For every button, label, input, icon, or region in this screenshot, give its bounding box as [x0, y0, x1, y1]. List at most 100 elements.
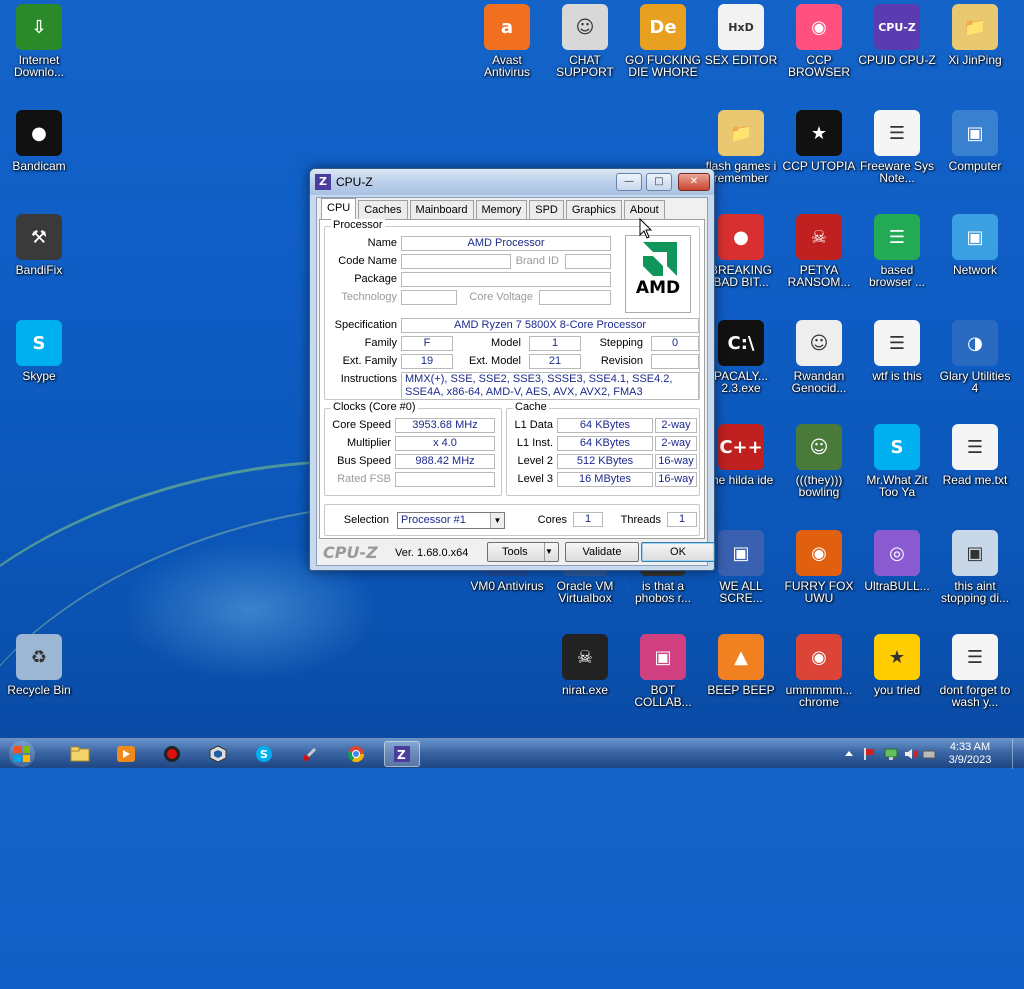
- taskbar-cpuz[interactable]: Z: [384, 741, 420, 767]
- desktop-icon[interactable]: ☺ (((they))) bowling: [780, 424, 858, 498]
- close-button[interactable]: ✕: [678, 173, 710, 191]
- bot-icon: ▣: [640, 634, 686, 680]
- desktop-icon[interactable]: ● Bandicam: [0, 110, 78, 172]
- windows-logo-icon: [9, 741, 35, 767]
- name-label: Name: [367, 237, 397, 249]
- processor-select[interactable]: Processor #1 ▼: [397, 512, 505, 529]
- taskbar-bandifix[interactable]: [292, 741, 328, 767]
- desktop-icon[interactable]: ▣ this aint stopping di...: [936, 530, 1014, 604]
- maximize-button[interactable]: □: [646, 173, 672, 191]
- desktop-icon[interactable]: ◎ UltraBULL...: [858, 530, 936, 592]
- taskbar: S Z 4:33 AM 3/9/2023: [0, 738, 1024, 769]
- desktop-icon-label: you tried: [873, 683, 921, 697]
- desktop-icon[interactable]: ⇩ Internet Downlo...: [0, 4, 78, 78]
- cache-row-way: 16-way: [655, 454, 697, 469]
- desktop-icon-label: Glary Utilities 4: [939, 369, 1011, 395]
- desktop-icon[interactable]: ♻ Recycle Bin: [0, 634, 78, 696]
- chevron-down-icon[interactable]: ▼: [490, 513, 504, 528]
- codename-label: Code Name: [338, 255, 397, 267]
- volume-icon[interactable]: [904, 747, 918, 761]
- desktop-icon[interactable]: ▣ BOT COLLAB...: [624, 634, 702, 708]
- desktop-icon[interactable]: ☰ dont forget to wash y...: [936, 634, 1014, 708]
- desktop-icon-label: GO FUCKING DIE WHORE: [624, 53, 701, 79]
- star-icon: ★: [874, 634, 920, 680]
- tab-mainboard[interactable]: Mainboard: [409, 200, 474, 219]
- desktop-icon[interactable]: a Avast Antivirus: [468, 4, 546, 78]
- virtualbox-icon: [209, 745, 227, 763]
- taskbar-media-player[interactable]: [108, 741, 144, 767]
- desktop-icon[interactable]: S Skype: [0, 320, 78, 382]
- desktop-icon[interactable]: ◑ Glary Utilities 4: [936, 320, 1014, 394]
- validate-button[interactable]: Validate: [565, 542, 639, 562]
- model-label: Model: [491, 337, 521, 349]
- desktop-icon-label: Skype: [22, 369, 56, 383]
- tools-button[interactable]: Tools ▼: [487, 542, 559, 562]
- minimize-button[interactable]: —: [616, 173, 642, 191]
- chevron-down-icon[interactable]: ▼: [544, 543, 558, 561]
- desktop-icon[interactable]: HxD SEX EDITOR: [702, 4, 780, 66]
- desktop-icon[interactable]: ★ you tried: [858, 634, 936, 696]
- taskbar-virtualbox[interactable]: [200, 741, 236, 767]
- model-value: 1: [529, 336, 581, 351]
- desktop-icon[interactable]: De GO FUCKING DIE WHORE: [624, 4, 702, 78]
- desktop-icon[interactable]: 📁 Xi JinPing: [936, 4, 1014, 66]
- revision-label: Revision: [600, 355, 643, 367]
- desktop-icon[interactable]: S Mr.What Zit Too Ya: [858, 424, 936, 498]
- recycle-bin-icon: ♻: [16, 634, 62, 680]
- start-button[interactable]: [4, 739, 44, 769]
- taskbar-clock[interactable]: 4:33 AM 3/9/2023: [938, 741, 1002, 767]
- taskbar-skype[interactable]: S: [246, 741, 282, 767]
- clock-date: 3/9/2023: [948, 754, 992, 766]
- tab-spd[interactable]: SPD: [529, 200, 564, 219]
- desktop-icon[interactable]: ☠ nirat.exe: [546, 634, 624, 696]
- desktop-icon[interactable]: ▣ Computer: [936, 110, 1014, 172]
- ok-button[interactable]: OK: [641, 542, 715, 562]
- desktop-icon[interactable]: ◉ CCP BROWSER: [780, 4, 858, 78]
- network-tray-icon[interactable]: [884, 747, 898, 761]
- cache-row-size: 512 KBytes: [557, 454, 653, 469]
- processor-group: Processor Name AMD Processor Code Name B…: [324, 219, 700, 400]
- desktop-icon-label: CPUID CPU-Z: [858, 53, 936, 67]
- cpuz-icon: CPU-Z: [874, 4, 920, 50]
- desktop-icon-label: SEX EDITOR: [704, 53, 778, 67]
- title-bar[interactable]: Z CPU-Z — □ ✕: [310, 169, 714, 195]
- cpuz-icon: Z: [394, 746, 410, 762]
- brandid-label: Brand ID: [515, 255, 559, 267]
- cpu-tab-panel: Processor Name AMD Processor Code Name B…: [319, 219, 705, 539]
- tab-about[interactable]: About: [623, 200, 665, 219]
- window-title: CPU-Z: [336, 175, 373, 189]
- desktop-icon[interactable]: ☰ Read me.txt: [936, 424, 1014, 486]
- desktop-icon-label: Mr.What Zit Too Ya: [866, 473, 928, 499]
- desktop-icon[interactable]: ☺ Rwandan Genocid...: [780, 320, 858, 394]
- extmodel-value: 21: [529, 354, 581, 369]
- skull-icon: ☠: [796, 214, 842, 260]
- desktop-icon[interactable]: ☺ CHAT SUPPORT: [546, 4, 624, 78]
- desktop-icon-label: Xi JinPing: [948, 53, 1002, 67]
- desktop-icon[interactable]: ◉ FURRY FOX UWU: [780, 530, 858, 604]
- tab-caches[interactable]: Caches: [358, 200, 408, 219]
- desktop-icon[interactable]: ☰ wtf is this: [858, 320, 936, 382]
- desktop-icon[interactable]: ☰ Freeware Sys Note...: [858, 110, 936, 184]
- tray-arrow-icon[interactable]: [842, 747, 856, 761]
- taskbar-chrome[interactable]: [338, 741, 374, 767]
- desktop-icon[interactable]: ▲ BEEP BEEP: [702, 634, 780, 696]
- tab-cpu[interactable]: CPU: [321, 198, 357, 219]
- taskbar-explorer[interactable]: [62, 741, 98, 767]
- desktop-icon[interactable]: CPU-Z CPUID CPU-Z: [858, 4, 936, 66]
- desktop-icon[interactable]: ▣ Network: [936, 214, 1014, 276]
- cache-group-title: Cache: [513, 401, 549, 413]
- tab-graphics[interactable]: Graphics: [565, 200, 622, 219]
- desktop-icon[interactable]: ★ CCP UTOPIA: [780, 110, 858, 172]
- desktop-icon[interactable]: ⚒ BandiFix: [0, 214, 78, 276]
- tab-memory[interactable]: Memory: [475, 200, 528, 219]
- desktop-icon[interactable]: ◉ ummmmm... chrome: [780, 634, 858, 708]
- record-icon: ●: [16, 110, 62, 156]
- taskbar-bandicam[interactable]: [154, 741, 190, 767]
- amd-arrow-icon: [643, 242, 677, 276]
- show-desktop-button[interactable]: [1012, 739, 1024, 769]
- desktop-icon[interactable]: ☰ based browser ...: [858, 214, 936, 288]
- desktop-icon[interactable]: ☠ PETYA RANSOM...: [780, 214, 858, 288]
- cache-row-size: 64 KBytes: [557, 418, 653, 433]
- flag-icon[interactable]: [862, 747, 876, 761]
- hdd-tray-icon[interactable]: [922, 747, 936, 761]
